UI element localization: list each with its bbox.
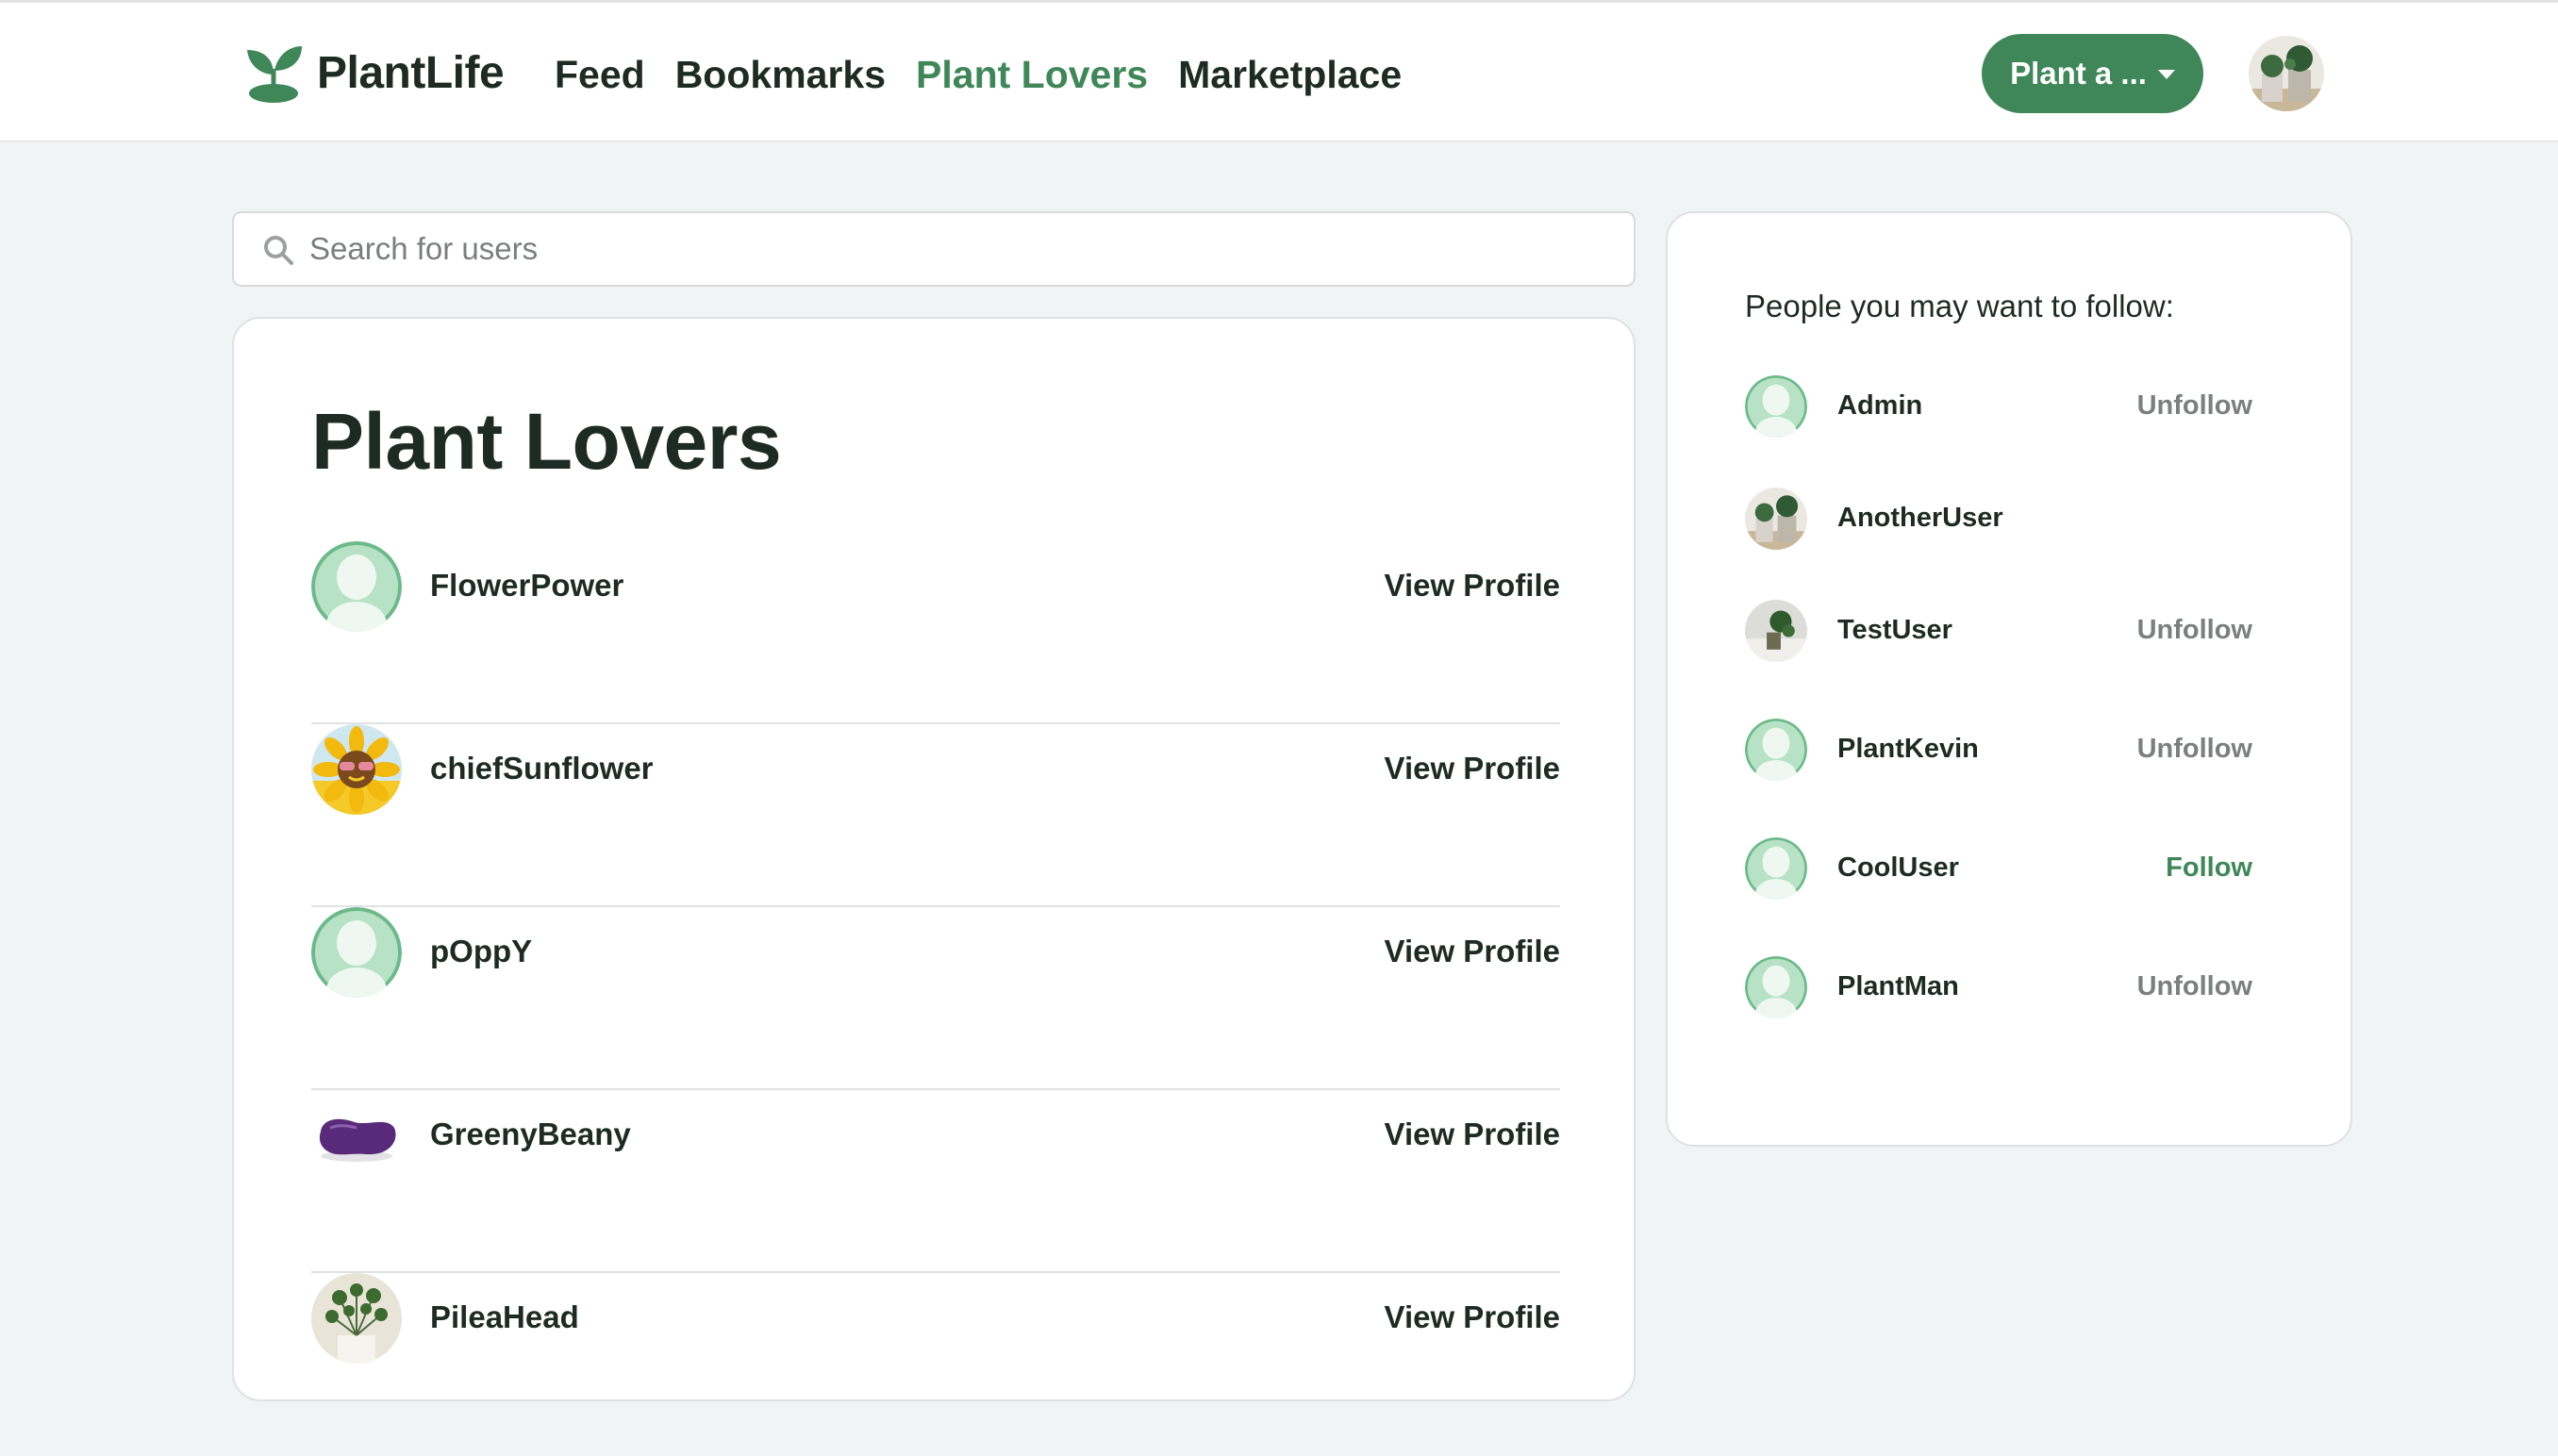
caret-down-icon — [2157, 70, 2175, 79]
unfollow-button[interactable]: Unfollow — [2137, 390, 2252, 422]
plant-lovers-card: Plant Lovers FlowerPower View Profile ch… — [232, 317, 1636, 1401]
potted-plants-avatar-icon — [2249, 36, 2324, 111]
search-icon — [264, 236, 293, 265]
user-name[interactable]: GreenyBeany — [430, 1117, 631, 1152]
view-profile-link[interactable]: View Profile — [1385, 751, 1560, 786]
suggestion-row: PlantKevin Unfollow — [1745, 719, 2273, 783]
brand[interactable]: PlantLife — [243, 39, 505, 107]
user-name[interactable]: FlowerPower — [430, 568, 623, 604]
unfollow-button[interactable]: Unfollow — [2137, 971, 2252, 1002]
sunflower-avatar-icon — [311, 724, 402, 815]
suggestions-card: People you may want to follow: Admin Unf… — [1666, 211, 2352, 1147]
suggestion-name[interactable]: Admin — [1837, 390, 1922, 422]
unfollow-button[interactable]: Unfollow — [2137, 734, 2252, 765]
navbar: PlantLife Feed Bookmarks Plant Lovers Ma… — [0, 3, 2558, 142]
plant-photo-avatar-icon — [1745, 600, 1807, 662]
plant-a-button-label: Plant a ... — [2010, 56, 2147, 91]
default-avatar-icon — [311, 907, 402, 998]
default-avatar-icon — [1745, 719, 1807, 781]
suggestion-row: CoolUser Follow — [1745, 837, 2273, 902]
suggestion-row: PlantMan Unfollow — [1745, 956, 2273, 1020]
default-avatar-icon — [1745, 837, 1807, 900]
suggestion-row: TestUser Unfollow — [1745, 600, 2273, 664]
plant-a-dropdown-button[interactable]: Plant a ... — [1982, 34, 2203, 113]
unfollow-button[interactable]: Unfollow — [2137, 615, 2252, 646]
suggestions-title: People you may want to follow: — [1745, 289, 2174, 323]
suggestion-name[interactable]: PlantKevin — [1837, 734, 1979, 765]
follow-button[interactable]: Follow — [2166, 852, 2252, 884]
search-input[interactable] — [309, 213, 1611, 285]
suggestion-name[interactable]: PlantMan — [1837, 971, 1959, 1002]
sprout-logo-icon — [247, 46, 302, 103]
user-search-bar — [232, 211, 1636, 287]
pilea-plant-avatar-icon — [311, 1273, 402, 1364]
brand-name: PlantLife — [317, 47, 505, 98]
nav-feed[interactable]: Feed — [555, 50, 645, 99]
suggestion-name[interactable]: AnotherUser — [1837, 503, 2003, 534]
user-row: FlowerPower View Profile — [311, 541, 1560, 724]
nav-marketplace[interactable]: Marketplace — [1178, 50, 1402, 99]
user-list: FlowerPower View Profile chiefSunflower … — [311, 541, 1560, 1456]
user-row: chiefSunflower View Profile — [311, 724, 1560, 907]
user-row: PileaHead View Profile — [311, 1273, 1560, 1456]
view-profile-link[interactable]: View Profile — [1385, 1299, 1560, 1335]
current-user-avatar[interactable] — [2249, 36, 2324, 111]
suggestion-name[interactable]: CoolUser — [1837, 852, 1959, 884]
nav-plant-lovers[interactable]: Plant Lovers — [916, 50, 1148, 99]
default-avatar-icon — [1745, 375, 1807, 438]
user-name[interactable]: pOppY — [430, 934, 532, 969]
nav-links: Feed Bookmarks Plant Lovers Marketplace — [555, 50, 1402, 99]
view-profile-link[interactable]: View Profile — [1385, 1117, 1560, 1152]
suggestion-row: Admin Unfollow — [1745, 375, 2273, 439]
view-profile-link[interactable]: View Profile — [1385, 934, 1560, 969]
user-name[interactable]: chiefSunflower — [430, 751, 654, 786]
default-avatar-icon — [311, 541, 402, 632]
user-row: pOppY View Profile — [311, 907, 1560, 1090]
suggestion-name[interactable]: TestUser — [1837, 615, 1952, 646]
suggestion-row: AnotherUser — [1745, 488, 2273, 552]
view-profile-link[interactable]: View Profile — [1385, 568, 1560, 604]
user-name[interactable]: PileaHead — [430, 1299, 579, 1335]
page-title: Plant Lovers — [311, 397, 782, 486]
purple-bean-avatar-icon — [311, 1090, 402, 1181]
potted-plants-avatar-icon — [1745, 488, 1807, 550]
nav-bookmarks[interactable]: Bookmarks — [675, 50, 886, 99]
user-row: GreenyBeany View Profile — [311, 1090, 1560, 1273]
default-avatar-icon — [1745, 956, 1807, 1018]
